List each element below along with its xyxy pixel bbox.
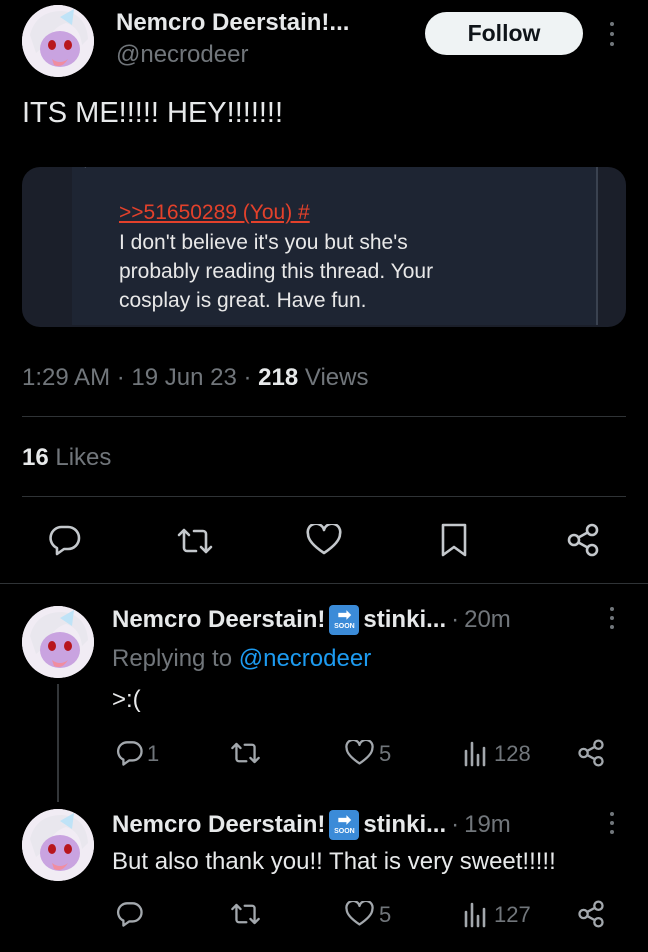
reply-header: Nemcro Deerstain! ➡ SOON stinki... · 19m xyxy=(112,810,511,840)
divider xyxy=(22,496,626,497)
likes-count: 16 xyxy=(22,444,49,471)
views-count: 218 xyxy=(258,364,299,391)
retweet-icon[interactable] xyxy=(229,900,262,928)
more-options-icon[interactable] xyxy=(608,22,616,46)
views-icon[interactable] xyxy=(463,739,489,767)
divider xyxy=(22,416,626,417)
like-count: 5 xyxy=(379,741,392,766)
meta-separator: · xyxy=(451,606,460,633)
share-icon[interactable] xyxy=(577,899,605,929)
reply-text: But also thank you!! That is very sweet!… xyxy=(112,848,556,875)
retweet-icon[interactable] xyxy=(175,524,215,558)
tweet-meta: 1:29 AM · 19 Jun 23 · 218 Views xyxy=(22,364,368,392)
views-count: 128 xyxy=(494,741,531,766)
reply-author-suffix[interactable]: stinki... xyxy=(363,811,446,839)
views-icon[interactable] xyxy=(463,900,489,928)
meta-separator: · xyxy=(243,364,259,391)
quote-line-2: probably reading this thread. Your xyxy=(119,260,434,283)
reply-count: 1 xyxy=(147,741,160,766)
replying-label: Replying to xyxy=(112,645,233,672)
reply-time[interactable]: 19m xyxy=(464,811,511,839)
reply-avatar[interactable] xyxy=(22,606,94,678)
reply-author-name[interactable]: Nemcro Deerstain! xyxy=(112,606,325,634)
reply-avatar[interactable] xyxy=(22,809,94,881)
replying-to: Replying to @necrodeer xyxy=(112,645,371,673)
views-label: Views xyxy=(304,364,369,391)
quote-post-panel: ' >>51650289 (You) # I don't believe it'… xyxy=(72,167,598,325)
soon-arrow-icon: ➡ SOON xyxy=(329,605,360,635)
likes-stat[interactable]: 16 Likes xyxy=(22,444,111,472)
views-count: 127 xyxy=(494,902,531,927)
like-icon[interactable] xyxy=(345,740,374,766)
tweet-date[interactable]: 19 Jun 23 xyxy=(131,364,236,391)
like-count: 5 xyxy=(379,902,392,927)
more-options-icon[interactable] xyxy=(608,812,616,834)
author-handle[interactable]: @necrodeer xyxy=(116,41,248,69)
retweet-icon[interactable] xyxy=(229,739,262,767)
reply-icon[interactable] xyxy=(48,523,82,557)
author-name[interactable]: Nemcro Deerstain!... xyxy=(116,9,349,37)
likes-label: Likes xyxy=(55,444,112,471)
quote-line-3: cosplay is great. Have fun. xyxy=(119,289,367,312)
meta-separator: · xyxy=(116,364,132,391)
tweet-image[interactable]: ' >>51650289 (You) # I don't believe it'… xyxy=(22,167,626,327)
tweet-time[interactable]: 1:29 AM xyxy=(22,364,110,391)
replying-handle[interactable]: @necrodeer xyxy=(239,645,371,672)
share-icon[interactable] xyxy=(566,522,600,558)
quote-line-1: I don't believe it's you but she's xyxy=(119,231,408,254)
reply-icon[interactable] xyxy=(116,739,144,767)
tweet-text: ITS ME!!!!! HEY!!!!!!! xyxy=(22,97,284,129)
like-icon[interactable] xyxy=(306,524,342,556)
share-icon[interactable] xyxy=(577,738,605,768)
quote-ref-link: >>51650289 (You) # xyxy=(119,201,310,224)
reply-time[interactable]: 20m xyxy=(464,606,511,634)
more-options-icon[interactable] xyxy=(608,607,616,629)
like-icon[interactable] xyxy=(345,901,374,927)
reply-icon[interactable] xyxy=(116,900,144,928)
thread-line xyxy=(57,684,59,802)
reply-header: Nemcro Deerstain! ➡ SOON stinki... · 20m xyxy=(112,605,511,635)
quote-mark: ' xyxy=(84,167,87,177)
reply-author-name[interactable]: Nemcro Deerstain! xyxy=(112,811,325,839)
follow-button[interactable]: Follow xyxy=(425,12,583,55)
divider xyxy=(0,583,648,584)
reply-text: >:( xyxy=(112,686,141,713)
author-avatar[interactable] xyxy=(22,5,94,77)
reply-author-suffix[interactable]: stinki... xyxy=(363,606,446,634)
bookmark-icon[interactable] xyxy=(440,522,468,558)
meta-separator: · xyxy=(451,811,460,838)
soon-arrow-icon: ➡ SOON xyxy=(329,810,360,840)
